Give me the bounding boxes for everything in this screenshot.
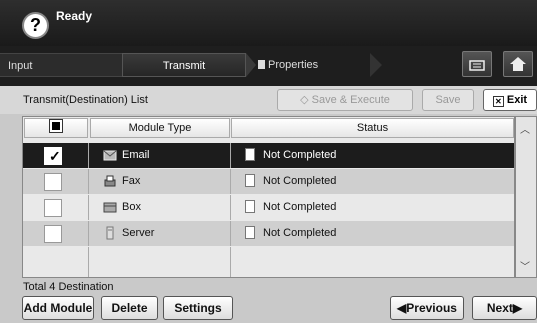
list-title: Transmit(Destination) List <box>23 94 148 106</box>
table-row[interactable]: Server Not Completed <box>23 221 514 246</box>
table-row[interactable]: ✓ Email Not Completed <box>23 143 514 168</box>
tab-properties[interactable]: Properties <box>246 53 380 77</box>
close-icon: ✕ <box>492 96 504 107</box>
email-icon <box>103 150 117 161</box>
tray-icon <box>469 60 485 71</box>
check-icon: ✓ <box>49 148 61 164</box>
row-checkbox[interactable]: ✓ <box>44 147 62 165</box>
help-icon[interactable]: ? <box>22 12 49 39</box>
row-checkbox[interactable] <box>44 199 62 217</box>
document-icon <box>245 200 255 213</box>
row-checkbox[interactable] <box>44 173 62 191</box>
tab-input[interactable]: Input <box>0 53 122 77</box>
save-execute-label: Save & Execute <box>311 94 390 106</box>
settings-button[interactable]: Settings <box>163 296 233 320</box>
exit-button[interactable]: ✕ Exit <box>483 89 537 111</box>
home-icon <box>510 57 526 71</box>
status-header: ? Ready <box>0 0 537 46</box>
exit-label: Exit <box>506 94 528 106</box>
home-button[interactable] <box>503 51 533 77</box>
table-row[interactable]: Fax Not Completed <box>23 169 514 194</box>
add-module-button[interactable]: Add Module <box>22 296 94 320</box>
module-label: Server <box>122 227 155 239</box>
select-all-header[interactable] <box>24 118 88 138</box>
module-type-header: Module Type <box>90 118 230 138</box>
status-header-cell: Status <box>231 118 514 138</box>
status-label: Not Completed <box>263 149 337 161</box>
diamond-icon: ◇ <box>300 94 312 106</box>
chevron-up-icon[interactable]: ︿ <box>520 121 530 136</box>
module-label: Email <box>122 149 150 161</box>
box-icon <box>103 202 117 213</box>
empty-row <box>23 247 514 277</box>
job-status-button[interactable] <box>462 51 492 77</box>
table-header: Module Type Status <box>23 117 514 139</box>
table-row[interactable]: Box Not Completed <box>23 195 514 220</box>
server-icon <box>106 226 114 240</box>
tab-transmit[interactable]: Transmit <box>122 53 246 77</box>
chevron-right-icon: ▶ <box>512 301 523 315</box>
row-checkbox[interactable] <box>44 225 62 243</box>
previous-button[interactable]: ◀Previous <box>390 296 464 320</box>
fax-icon <box>104 175 116 187</box>
next-label: Next <box>486 301 513 315</box>
tab-arrow-icon <box>370 53 382 77</box>
chevron-left-icon: ◀ <box>397 301 407 315</box>
tab-properties-label: Properties <box>268 59 319 71</box>
document-icon <box>245 148 255 161</box>
document-icon <box>245 226 255 239</box>
status-label: Not Completed <box>263 227 337 239</box>
list-toolbar: Transmit(Destination) List ◇ Save & Exec… <box>0 86 537 114</box>
save-button[interactable]: Save <box>422 89 474 111</box>
next-button[interactable]: Next▶ <box>472 296 537 320</box>
delete-button[interactable]: Delete <box>101 296 158 320</box>
destination-count: Total 4 Destination <box>23 281 114 293</box>
status-label: Not Completed <box>263 201 337 213</box>
chevron-down-icon[interactable]: ﹀ <box>520 258 530 273</box>
module-label: Fax <box>122 175 141 187</box>
document-icon <box>258 60 265 69</box>
save-execute-button[interactable]: ◇ Save & Execute <box>277 89 413 111</box>
table-scrollbar[interactable]: ︿ ﹀ <box>515 116 537 278</box>
status-label: Not Completed <box>263 175 337 187</box>
machine-status: Ready <box>56 9 93 23</box>
select-all-checkbox[interactable] <box>49 119 63 133</box>
document-icon <box>245 174 255 187</box>
previous-label: Previous <box>406 301 457 315</box>
destination-table: Module Type Status ✓ Email Not Completed… <box>22 116 515 278</box>
module-label: Box <box>122 201 141 213</box>
tab-bar: Input Transmit Properties <box>0 46 537 86</box>
